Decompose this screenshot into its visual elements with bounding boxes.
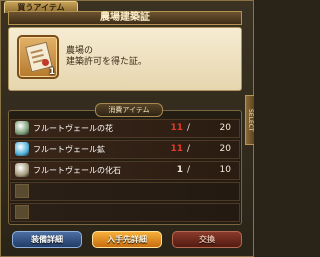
- fossil-icon: [15, 163, 29, 177]
- window-title: 農場建築証: [8, 11, 242, 25]
- ore-icon: [15, 142, 29, 156]
- consume-items-list: フルートヴェールの花 11 / 20 フルートヴェール鉱 11 / 20 フルー…: [10, 119, 240, 224]
- item-description: 農場の 建築許可を得た証。: [66, 46, 236, 68]
- count-separator: /: [187, 123, 191, 133]
- empty-slot-icon: [15, 184, 29, 198]
- equipment-detail-button[interactable]: 装備詳細: [12, 231, 82, 248]
- consume-item-name: フルートヴェールの花: [33, 124, 113, 133]
- count-separator: /: [187, 165, 191, 175]
- required-count: 20: [219, 123, 231, 133]
- count-separator: /: [187, 144, 191, 154]
- item-count: 1: [48, 67, 56, 77]
- empty-item-row: [10, 203, 240, 222]
- exchange-button[interactable]: 交換: [172, 231, 242, 248]
- flower-icon: [15, 121, 29, 135]
- consume-item-name: フルートヴェールの化石: [33, 166, 121, 175]
- empty-slot-icon: [15, 205, 29, 219]
- description-line-2: 建築許可を得た証。: [66, 57, 148, 67]
- consume-item-row[interactable]: フルートヴェールの化石 1 / 10: [10, 161, 240, 180]
- consume-item-row[interactable]: フルートヴェール鉱 11 / 20: [10, 140, 240, 159]
- owned-count: 11: [170, 123, 183, 133]
- owned-count: 11: [170, 144, 183, 154]
- consume-items-label: 消費アイテム: [95, 103, 163, 117]
- empty-item-row: [10, 182, 240, 201]
- select-side-tab[interactable]: SELECT: [245, 95, 254, 145]
- consume-item-row[interactable]: フルートヴェールの花 11 / 20: [10, 119, 240, 138]
- required-count: 10: [219, 165, 231, 175]
- consume-item-name: フルートヴェール鉱: [33, 145, 105, 154]
- required-count: 20: [219, 144, 231, 154]
- source-detail-button[interactable]: 入手先詳細: [92, 231, 162, 248]
- owned-count: 1: [176, 165, 183, 175]
- description-line-1: 農場の: [66, 46, 94, 56]
- seal-icon: [42, 59, 49, 66]
